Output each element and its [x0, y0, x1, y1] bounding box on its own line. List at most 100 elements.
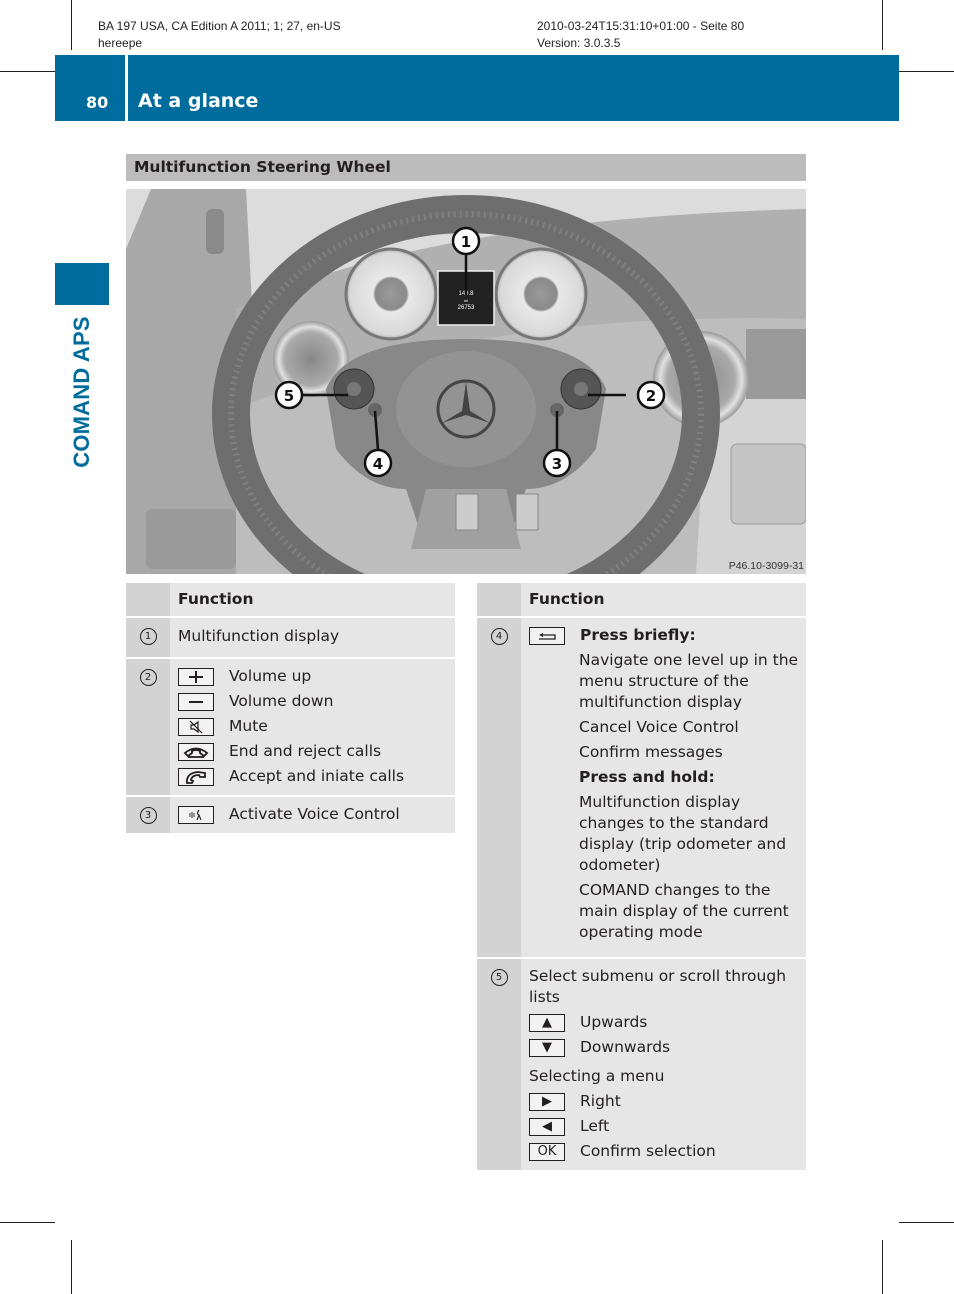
print-meta-right: 2010-03-24T15:31:10+01:00 - Seite 80 Ver…: [537, 18, 744, 52]
chapter-tab-marker: [55, 263, 109, 305]
display-odometer: 26753: [458, 305, 475, 311]
table-header-row: Function: [126, 583, 455, 617]
press-briefly-item: Navigate one level up in the menu struct…: [579, 651, 799, 711]
print-meta-version: Version: 3.0.3.5: [537, 36, 621, 50]
table-row: 1 Multifunction display: [126, 616, 455, 658]
press-briefly-heading: Press briefly:: [529, 625, 800, 650]
row5-intro: Select submenu or scroll through lists: [529, 967, 787, 1006]
row-number-4: 4: [490, 628, 508, 645]
ok-button: [347, 382, 361, 396]
item-text: End and reject calls: [229, 742, 382, 760]
mute-key-icon: [178, 718, 214, 736]
section-title: Multifunction Steering Wheel: [134, 158, 391, 176]
callout-3: 3: [542, 448, 572, 478]
crop-mark: [0, 71, 55, 72]
tachometer: [494, 247, 588, 341]
print-meta-edition: BA 197 USA, CA Edition A 2011; 1; 27, en…: [98, 19, 341, 33]
function-table-right: Function 4 Press briefly: Navigate one l…: [477, 583, 806, 1170]
mute-button: [574, 382, 588, 396]
list-item: ▼ Downwards: [529, 1037, 800, 1062]
header-divider: [125, 55, 128, 121]
steering-wheel-photo: 149.8 mi 26753 1 2 3 4 5 P46.10-3099-31: [126, 189, 806, 574]
list-item: End and reject calls: [178, 741, 449, 766]
print-meta-timestamp: 2010-03-24T15:31:10+01:00 - Seite 80: [537, 19, 745, 33]
item-text: Mute: [229, 717, 268, 735]
crop-mark: [899, 71, 954, 72]
function-table-left: Function 1 Multifunction display 2 Volum…: [126, 583, 455, 833]
menu-label: Selecting a menu: [529, 1067, 665, 1085]
pillar-speaker: [206, 209, 224, 254]
function-header: Function: [170, 583, 455, 617]
item-text: Multifunction display: [178, 627, 340, 645]
press-hold-label: Press and hold:: [579, 768, 715, 786]
list-item: Mute: [178, 716, 449, 741]
callout-5-label: 5: [284, 387, 294, 405]
item-text: Volume up: [229, 667, 312, 685]
list-item: Activate Voice Control: [178, 804, 449, 829]
list-item: Volume up: [178, 666, 449, 691]
row-number-5: 5: [490, 969, 508, 986]
row-number-3: 3: [139, 807, 157, 824]
press-hold-item: COMAND changes to the main display of th…: [579, 881, 789, 941]
callout-4: 4: [363, 448, 393, 478]
press-briefly-item: Cancel Voice Control: [579, 718, 739, 736]
item-text: Left: [580, 1117, 610, 1135]
steering-wheel-illustration: 149.8 mi 26753 1 2 3 4 5: [126, 189, 806, 574]
page-number: 80: [86, 93, 109, 112]
item-text: Downwards: [580, 1038, 671, 1056]
num-header-cell: [477, 583, 521, 617]
print-meta-left: BA 197 USA, CA Edition A 2011; 1; 27, en…: [98, 18, 341, 52]
list-item: Multifunction display: [178, 626, 449, 651]
display-unit: mi: [464, 298, 468, 303]
callout-5: 5: [274, 380, 304, 410]
callout-2-label: 2: [646, 387, 656, 405]
section-heading: Multifunction Steering Wheel: [126, 154, 806, 181]
list-item: Volume down: [178, 691, 449, 716]
num-header-cell: [126, 583, 170, 617]
crop-mark: [71, 0, 72, 50]
item-text: Volume down: [229, 692, 334, 710]
down-triangle-key-icon: ▼: [529, 1039, 565, 1057]
table-header-row: Function: [477, 583, 806, 617]
press-hold-item: Multifunction display changes to the sta…: [579, 793, 787, 874]
callout-4-label: 4: [373, 455, 383, 473]
chapter-label: COMAND APS: [69, 316, 94, 468]
list-item: ◀ Left: [529, 1116, 800, 1141]
list-item: ▲ Upwards: [529, 1012, 800, 1037]
row-number-1: 1: [139, 628, 157, 645]
accept-call-key-icon: [178, 768, 214, 786]
figure-code: P46.10-3099-31: [728, 560, 804, 572]
item-text: Upwards: [580, 1013, 648, 1031]
crop-mark: [899, 1222, 954, 1223]
comand-display: [746, 329, 806, 399]
table-row: 5 Select submenu or scroll through lists…: [477, 957, 806, 1170]
page-title: At a glance: [138, 90, 259, 112]
pedal: [515, 493, 539, 531]
right-triangle-key-icon: ▶: [529, 1093, 565, 1111]
ok-key-icon: OK: [529, 1143, 565, 1161]
item-text: Activate Voice Control: [229, 805, 400, 823]
up-triangle-key-icon: ▲: [529, 1014, 565, 1032]
door-switch-panel: [146, 509, 236, 569]
pedal: [455, 493, 479, 531]
callout-2: 2: [636, 380, 666, 410]
item-text: Confirm selection: [580, 1142, 716, 1160]
callout-1-label: 1: [461, 233, 471, 251]
crop-mark: [882, 1240, 883, 1294]
comand-controls: [730, 443, 806, 525]
function-header: Function: [521, 583, 806, 617]
speedometer: [344, 247, 438, 341]
end-call-key-icon: [178, 743, 214, 761]
table-row: 3 Activate Voice Control: [126, 795, 455, 833]
table-row: 2 Volume up Volume down Mute End and rej…: [126, 657, 455, 796]
list-item: OK Confirm selection: [529, 1141, 800, 1166]
list-item: Accept and iniate calls: [178, 766, 449, 791]
minus-key-icon: [178, 693, 214, 711]
press-briefly-label: Press briefly:: [580, 626, 696, 644]
list-item: ▶ Right: [529, 1091, 800, 1116]
print-meta-author: hereepe: [98, 36, 143, 50]
row-number-2: 2: [139, 669, 157, 686]
crop-mark: [0, 1222, 55, 1223]
callout-1: 1: [451, 226, 481, 256]
crop-mark: [882, 0, 883, 50]
